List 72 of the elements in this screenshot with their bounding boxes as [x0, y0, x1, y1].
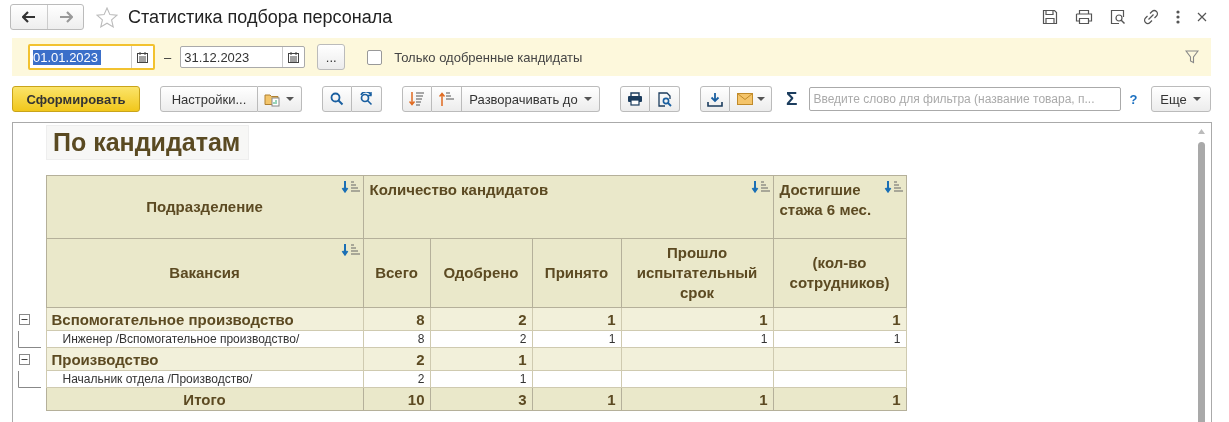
- calendar-icon[interactable]: [137, 51, 148, 63]
- sum-button[interactable]: Σ: [786, 88, 798, 110]
- collapse-toggle[interactable]: [19, 313, 30, 325]
- download-icon: [707, 91, 723, 107]
- range-dash: –: [164, 49, 172, 65]
- star-icon[interactable]: [96, 6, 118, 28]
- sort-descending-button[interactable]: [402, 86, 432, 112]
- preview-icon: [657, 91, 672, 107]
- preview-icon[interactable]: [1110, 9, 1126, 25]
- download-button[interactable]: [700, 86, 730, 112]
- window-title: Статистика подбора персонала: [128, 6, 393, 28]
- collapse-toggle[interactable]: [19, 353, 30, 365]
- column-header[interactable]: Принято: [532, 238, 621, 308]
- envelope-icon: [736, 93, 753, 105]
- more-button[interactable]: Еще: [1151, 86, 1212, 112]
- search-next-icon: [358, 92, 375, 106]
- search-field[interactable]: Введите слово для фильтра (название товара, п...: [809, 87, 1122, 111]
- caret-icon: [756, 97, 765, 101]
- preview-button[interactable]: [650, 86, 680, 112]
- column-header[interactable]: Прошло испытательный срок: [621, 238, 773, 308]
- scrollbar-thumb[interactable]: [1197, 142, 1205, 422]
- column-header[interactable]: Всего: [363, 238, 430, 308]
- help-link[interactable]: ?: [1129, 91, 1138, 107]
- group-cell: Вспомогательное производство: [46, 307, 363, 331]
- generate-button[interactable]: Сформировать: [12, 86, 140, 112]
- variant-button[interactable]: [258, 86, 302, 112]
- search-icon: [330, 92, 344, 106]
- checkbox[interactable]: [367, 49, 383, 65]
- sort-icon[interactable]: [340, 181, 361, 193]
- expand-dropdown[interactable]: Разворачивать до: [462, 86, 600, 112]
- column-header[interactable]: Вакансия: [46, 238, 363, 308]
- close-icon[interactable]: [1197, 12, 1207, 22]
- table-cell: 1: [621, 307, 773, 331]
- table-cell: 1: [621, 387, 773, 411]
- save-icon[interactable]: [1042, 9, 1058, 25]
- sort-icon[interactable]: [883, 181, 904, 193]
- arrow-left-icon: [22, 11, 36, 23]
- date-from-field[interactable]: 01.01.2023: [28, 44, 155, 70]
- link-icon[interactable]: [1143, 9, 1159, 25]
- sort-ascending-button[interactable]: [432, 86, 462, 112]
- column-header[interactable]: Подразделение: [46, 175, 363, 239]
- more-icon[interactable]: [1176, 10, 1180, 24]
- print-icon[interactable]: [1075, 9, 1093, 25]
- checkbox-label[interactable]: Только одобренные кандидаты: [394, 49, 583, 65]
- caret-icon: [286, 97, 294, 101]
- column-header[interactable]: (кол-во сотрудников): [773, 238, 906, 308]
- print-icon: [627, 92, 643, 106]
- group-cell: Производство: [46, 347, 363, 371]
- caret-icon: [1192, 97, 1201, 101]
- sort-ascending-icon: [438, 92, 455, 106]
- sort-descending-icon: [409, 92, 425, 106]
- column-header[interactable]: Одобрено: [430, 238, 532, 308]
- print-button[interactable]: [620, 86, 650, 112]
- column-header[interactable]: Достигшие стажа 6 мес.: [773, 175, 906, 239]
- caret-icon: [583, 97, 592, 101]
- search-button[interactable]: [322, 86, 352, 112]
- sort-icon[interactable]: [750, 181, 771, 193]
- date-to-field[interactable]: 31.12.2023: [180, 46, 306, 68]
- column-header[interactable]: Количество кандидатов: [363, 175, 773, 239]
- calendar-icon[interactable]: [288, 51, 300, 63]
- total-label: Итого: [46, 387, 363, 411]
- table-cell: 1: [773, 307, 906, 331]
- search-next-button[interactable]: [352, 86, 382, 112]
- settings-button[interactable]: Настройки...: [160, 86, 258, 112]
- period-button[interactable]: ...: [317, 44, 346, 70]
- folder-chart-icon: [264, 91, 280, 107]
- filter-icon[interactable]: [1185, 50, 1199, 64]
- arrow-right-icon: [58, 11, 73, 23]
- sort-icon[interactable]: [340, 244, 361, 256]
- report-title: По кандидатам: [46, 125, 250, 160]
- table-cell: 1: [773, 387, 906, 411]
- mail-button[interactable]: [730, 86, 772, 112]
